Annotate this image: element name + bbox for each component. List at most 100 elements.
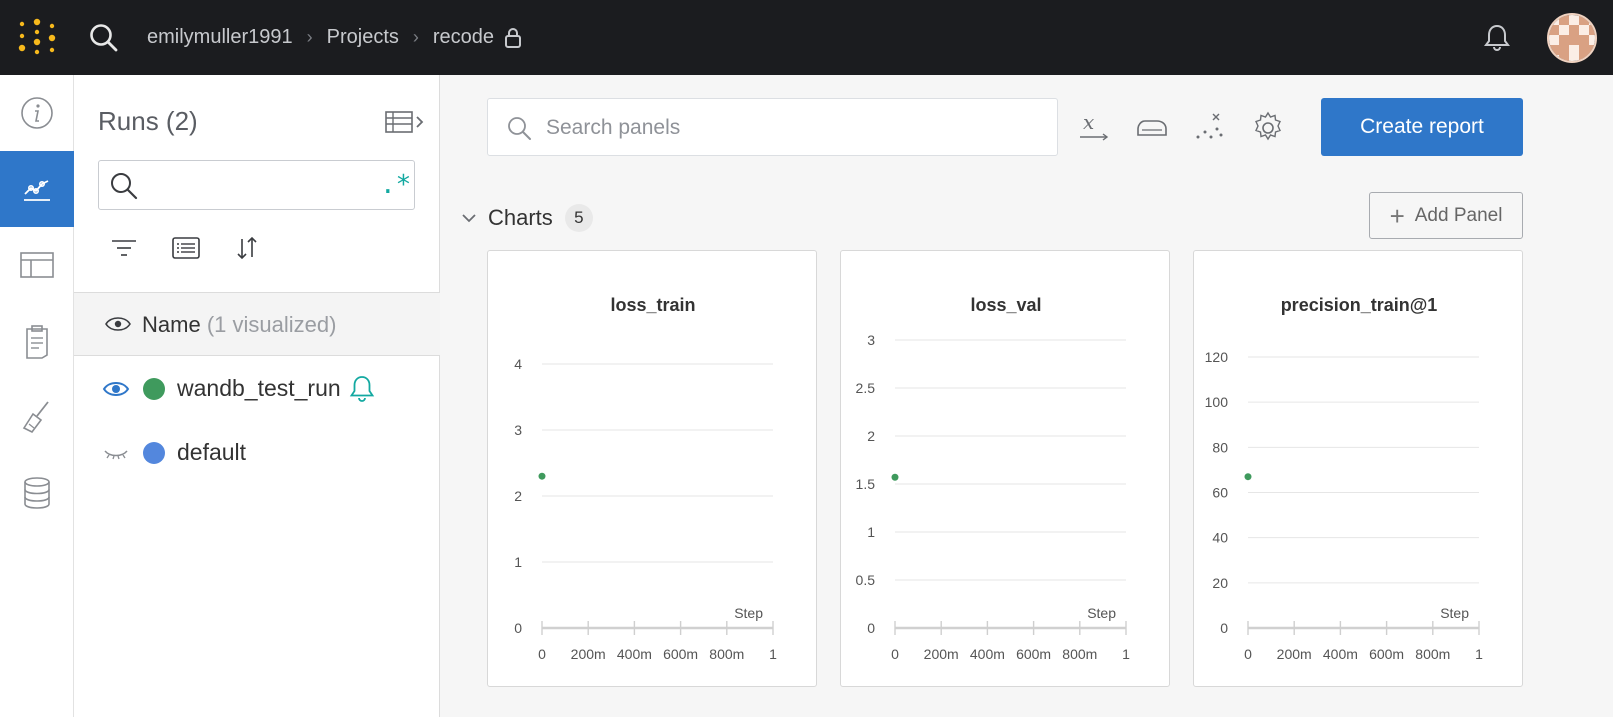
rail-item-table[interactable]: [0, 227, 74, 303]
panel-count-badge: 5: [564, 204, 593, 232]
y-tick-label: 4: [514, 356, 522, 372]
x-tick-label: 200m: [571, 646, 606, 662]
rail-item-sweeps[interactable]: [0, 379, 74, 455]
smoothing-iron-icon[interactable]: [1135, 111, 1169, 145]
plus-icon: +: [1389, 200, 1405, 231]
sort-icon[interactable]: [232, 233, 262, 263]
runs-sidebar: Runs (2) .* Name (1 visualized) wandb_te…: [74, 75, 440, 717]
avatar[interactable]: [1547, 13, 1597, 63]
create-report-button[interactable]: Create report: [1321, 98, 1523, 156]
breadcrumb-separator: ›: [412, 27, 419, 47]
left-nav-rail: [0, 75, 74, 717]
rail-item-reports[interactable]: [0, 303, 74, 379]
run-row[interactable]: default: [74, 423, 440, 483]
search-icon: [111, 173, 138, 200]
artifacts-database-icon: [24, 477, 50, 509]
breadcrumb-project[interactable]: recode: [433, 26, 494, 49]
wandb-logo-icon[interactable]: [18, 18, 56, 58]
chart-panel[interactable]: precision_train@1 0 20 40 60 80 100 120 0 200m 400…: [1193, 250, 1523, 687]
y-tick-label: 0: [1220, 620, 1228, 636]
add-panel-label: Add Panel: [1414, 204, 1503, 226]
breadcrumb-user[interactable]: emilymuller1991: [147, 26, 293, 49]
run-name[interactable]: default: [177, 439, 246, 466]
x-tick-label: 600m: [1016, 646, 1051, 662]
y-tick-label: 0.5: [856, 572, 876, 588]
x-tick-label: 200m: [1277, 646, 1312, 662]
x-axis-label: Step: [734, 605, 763, 621]
chevron-down-icon[interactable]: [460, 209, 478, 227]
bell-alert-icon[interactable]: [347, 374, 377, 404]
rail-item-artifacts[interactable]: [0, 455, 74, 531]
bell-icon[interactable]: [1481, 22, 1513, 54]
chart-title: loss_val: [970, 295, 1041, 315]
x-axis-icon[interactable]: x: [1077, 111, 1111, 145]
expand-runs-table-icon[interactable]: [385, 109, 429, 135]
y-tick-label: 120: [1205, 349, 1229, 365]
run-name[interactable]: wandb_test_run: [177, 375, 341, 402]
rail-item-overview[interactable]: [0, 75, 74, 151]
y-tick-label: 0: [867, 620, 875, 636]
y-tick-label: 40: [1212, 530, 1228, 546]
outliers-icon[interactable]: [1193, 111, 1227, 145]
section-title: Charts: [488, 205, 553, 230]
group-icon[interactable]: [171, 233, 201, 263]
table-icon: [20, 252, 54, 278]
settings-gear-icon[interactable]: [1251, 111, 1285, 145]
data-point[interactable]: [538, 472, 546, 480]
runs-name-header: Name (1 visualized): [74, 292, 440, 356]
search-icon[interactable]: [88, 22, 120, 54]
y-tick-label: 0: [514, 620, 522, 636]
x-tick-label: 0: [891, 646, 899, 662]
x-axis-label: Step: [1087, 605, 1116, 621]
runs-search-box: .*: [98, 160, 415, 210]
charts-section-header[interactable]: Charts 5: [460, 201, 593, 235]
y-tick-label: 100: [1205, 394, 1229, 410]
x-tick-label: 800m: [1415, 646, 1450, 662]
eye-icon[interactable]: [102, 378, 130, 400]
y-tick-label: 2.5: [856, 380, 876, 396]
panel-search-box: [487, 98, 1058, 156]
run-color-swatch[interactable]: [143, 442, 165, 464]
data-point[interactable]: [891, 473, 899, 481]
regex-toggle-button[interactable]: .*: [380, 170, 411, 200]
workspace-chart-icon: [24, 180, 50, 201]
x-tick-label: 1: [1122, 646, 1130, 662]
breadcrumb-separator: ›: [306, 27, 313, 47]
y-tick-label: 1: [867, 524, 875, 540]
chart-svg: loss_train 0 1 2 3 4 0 200m 400m 600m 800m 1 Step: [514, 295, 777, 662]
chart-panel[interactable]: loss_train 0 1 2 3 4 0 200m 400m 600m 800m 1 Step: [487, 250, 817, 687]
runs-search-input[interactable]: [147, 169, 367, 201]
x-tick-label: 600m: [663, 646, 698, 662]
y-tick-label: 80: [1212, 439, 1228, 455]
breadcrumb: emilymuller1991 › Projects › recode: [147, 0, 522, 75]
eye-icon[interactable]: [104, 313, 132, 335]
x-tick-label: 400m: [1323, 646, 1358, 662]
rail-item-workspace[interactable]: [0, 151, 74, 227]
chart-panel[interactable]: loss_val 0 0.5 1 1.5 2 2.5 3 0 200m 400m 600m 800m 1 S…: [840, 250, 1170, 687]
runs-title: Runs (2): [98, 106, 198, 136]
panel-search-input[interactable]: [546, 109, 1046, 147]
sweep-broom-icon: [22, 401, 49, 434]
y-tick-label: 1.5: [856, 476, 876, 492]
x-tick-label: 800m: [1062, 646, 1097, 662]
data-point[interactable]: [1244, 473, 1252, 481]
filter-icon[interactable]: [109, 233, 139, 263]
x-tick-label: 1: [1475, 646, 1483, 662]
eye-closed-icon[interactable]: [102, 442, 130, 464]
add-panel-button[interactable]: + Add Panel: [1369, 192, 1523, 239]
visualized-count: (1 visualized): [206, 312, 337, 337]
run-color-swatch[interactable]: [143, 378, 165, 400]
x-tick-label: 800m: [709, 646, 744, 662]
x-axis-label: Step: [1440, 605, 1469, 621]
y-tick-label: 3: [867, 332, 875, 348]
top-navbar: emilymuller1991 › Projects › recode: [0, 0, 1613, 75]
run-row[interactable]: wandb_test_run: [74, 359, 440, 419]
x-tick-label: 200m: [924, 646, 959, 662]
y-tick-label: 2: [867, 428, 875, 444]
breadcrumb-projects[interactable]: Projects: [327, 26, 399, 49]
x-tick-label: 400m: [617, 646, 652, 662]
x-tick-label: 600m: [1369, 646, 1404, 662]
y-tick-label: 3: [514, 422, 522, 438]
name-column-label[interactable]: Name (1 visualized): [142, 312, 336, 338]
x-tick-label: 0: [1244, 646, 1252, 662]
